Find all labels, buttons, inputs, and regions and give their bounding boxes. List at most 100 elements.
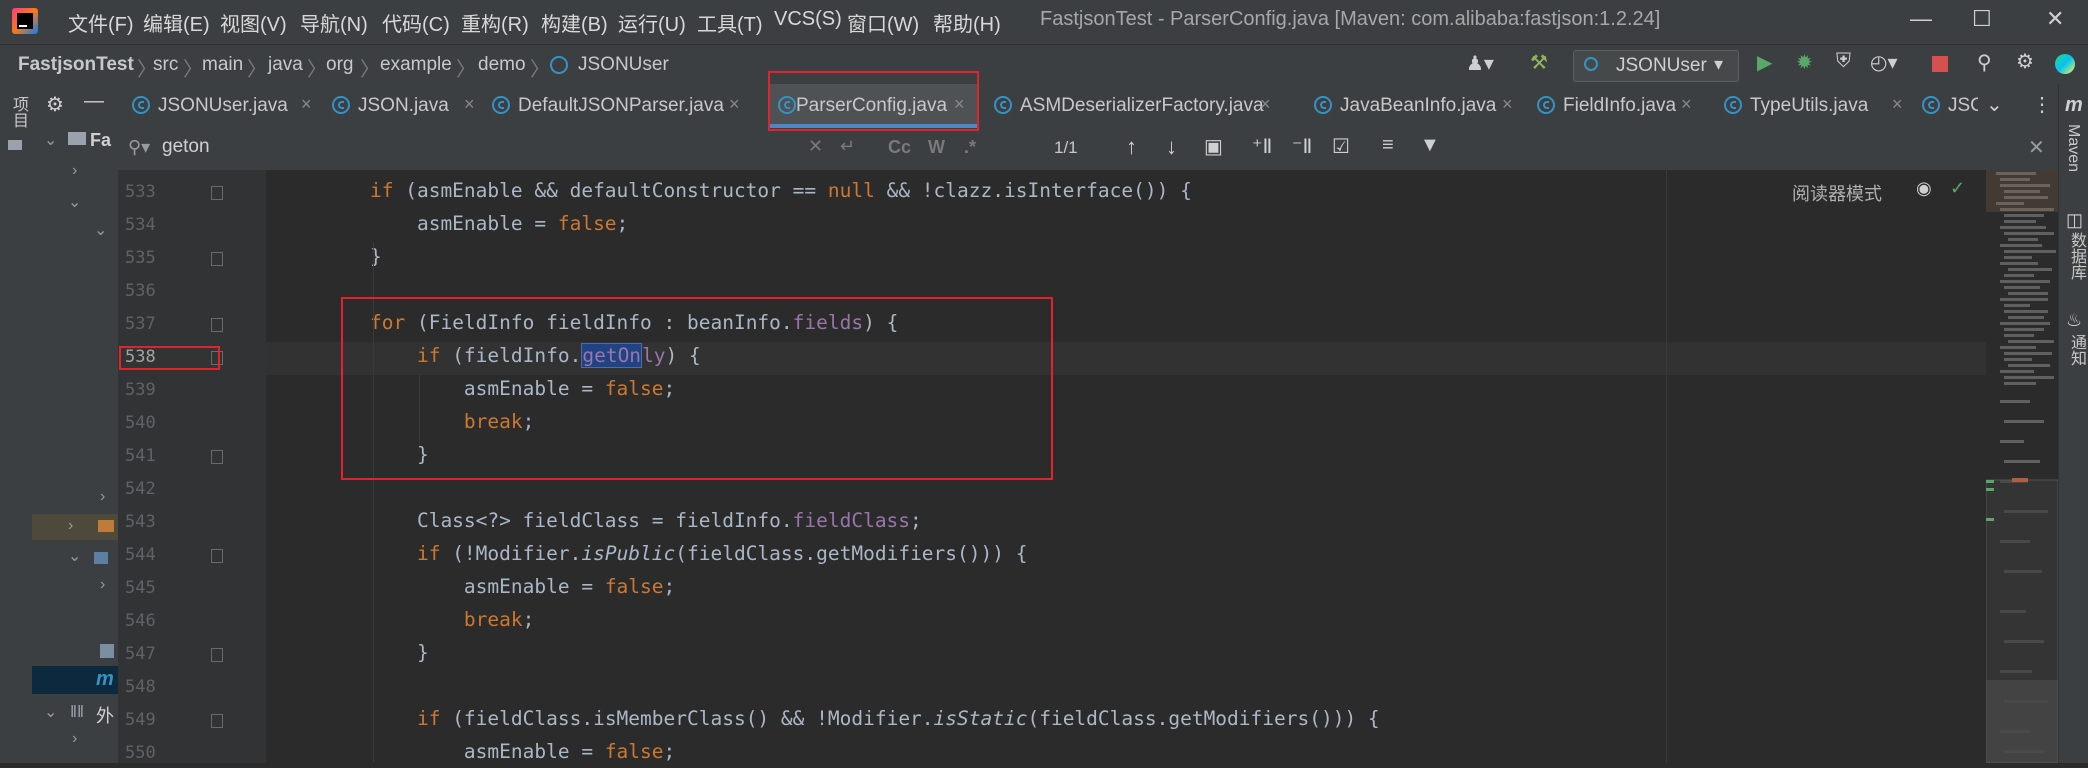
menu-refactor[interactable]: 重构(R) (461, 8, 529, 37)
menu-help[interactable]: 帮助(H) (933, 8, 1001, 37)
search-icon[interactable]: ⚲▾ (128, 137, 150, 158)
chevron-right-icon[interactable]: › (100, 488, 105, 506)
tab-overflow[interactable]: JSC (1918, 84, 1978, 128)
whole-word-toggle[interactable]: W (928, 137, 945, 158)
reader-mode-label[interactable]: 阅读器模式 (1792, 180, 1882, 206)
breadcrumb-example[interactable]: example (380, 54, 452, 76)
breadcrumb-class[interactable]: JSONUser (578, 54, 669, 76)
minimap[interactable] (1978, 170, 2059, 764)
breadcrumb-org[interactable]: org (326, 54, 353, 76)
close-icon[interactable]: × (301, 94, 312, 115)
gear-icon[interactable]: ⚙ (2016, 49, 2034, 74)
chevron-down-icon[interactable]: ⌄ (1986, 92, 2003, 117)
chevron-down-icon[interactable]: ⌄ (68, 192, 81, 212)
fold-marker-icon[interactable] (211, 714, 223, 728)
build-hammer-icon[interactable]: ⚒ (1530, 50, 1548, 75)
line-number: 541 (125, 446, 156, 466)
clear-icon[interactable]: ✕ (808, 136, 823, 157)
stop-icon[interactable] (1932, 56, 1948, 72)
tree-row-selected[interactable]: › (32, 514, 118, 540)
menu-window[interactable]: 窗口(W) (847, 8, 919, 37)
menu-vcs[interactable]: VCS(S) (774, 8, 842, 31)
fold-marker-icon[interactable] (211, 450, 223, 464)
minimize-icon[interactable]: — (1910, 6, 1932, 32)
chevron-right-icon[interactable]: › (72, 730, 77, 748)
class-icon (332, 96, 350, 114)
fold-marker-icon[interactable] (211, 252, 223, 266)
close-icon[interactable]: × (464, 94, 475, 115)
regex-toggle[interactable]: .* (964, 137, 976, 158)
new-line-icon[interactable]: ↵ (840, 136, 855, 157)
breadcrumb-java[interactable]: java (268, 54, 303, 76)
fold-marker-icon[interactable] (211, 648, 223, 662)
match-case-toggle[interactable]: Cc (888, 137, 911, 158)
breadcrumb-demo[interactable]: demo (478, 54, 526, 76)
menu-file[interactable]: 文件(F) (68, 8, 134, 37)
chevron-down-icon[interactable]: ⌄ (94, 220, 107, 240)
tab-typeutils[interactable]: TypeUtils.java × (1718, 84, 1908, 128)
search-icon[interactable]: ⚲ (1977, 50, 1992, 75)
menu-navigate[interactable]: 导航(N) (300, 8, 368, 37)
breadcrumb-main[interactable]: main (202, 54, 243, 76)
menu-build[interactable]: 构建(B) (541, 8, 608, 37)
coverage-icon[interactable]: ⛨ (1836, 50, 1851, 73)
collapse-icon[interactable]: — (84, 90, 104, 113)
tab-json[interactable]: JSON.java × (326, 84, 486, 128)
close-icon[interactable]: × (1260, 94, 1271, 115)
close-icon[interactable]: × (1502, 94, 1513, 115)
breadcrumb-project[interactable]: FastjsonTest (18, 54, 134, 76)
run-icon[interactable]: ▶ (1757, 50, 1772, 75)
select-all-icon[interactable]: ☑ (1332, 134, 1350, 159)
chevron-right-icon[interactable]: › (100, 576, 105, 594)
tree-row-maven[interactable]: m (32, 666, 118, 694)
line-number: 544 (125, 545, 156, 565)
filter-icon[interactable]: ▼ (1420, 134, 1440, 157)
menu-view[interactable]: 视图(V) (220, 8, 287, 37)
arrow-down-icon[interactable]: ↓ (1166, 134, 1177, 160)
fold-marker-icon[interactable] (211, 186, 223, 200)
close-icon[interactable]: × (1681, 94, 1692, 115)
chevron-down-icon[interactable]: ⌄ (44, 702, 57, 722)
add-selection-icon[interactable]: ⁺Ⅱ (1252, 134, 1272, 159)
menu-edit[interactable]: 编辑(E) (143, 8, 210, 37)
chevron-down-icon[interactable]: ⌄ (68, 546, 81, 566)
chevron-right-icon: 〉 (183, 59, 203, 81)
more-icon[interactable]: ⋮ (2032, 92, 2052, 117)
fold-marker-icon[interactable] (211, 549, 223, 563)
maximize-icon[interactable]: ☐ (1972, 6, 1992, 32)
tab-defaultjsonparser[interactable]: DefaultJSONParser.java × (486, 84, 744, 128)
profile-icon[interactable]: ◴▾ (1870, 50, 1898, 75)
fold-marker-icon[interactable] (211, 318, 223, 332)
search-input[interactable]: geton (162, 136, 210, 158)
tab-jsonuser[interactable]: JSONUser.java × (126, 84, 318, 128)
toolbox-icon[interactable] (2055, 54, 2075, 74)
user-icon[interactable]: ♟▾ (1466, 51, 1494, 76)
project-root-label[interactable]: Fa (90, 130, 111, 151)
remove-selection-icon[interactable]: ⁻Ⅱ (1292, 134, 1312, 159)
close-icon[interactable]: × (1892, 94, 1903, 115)
tab-asmdeserializerfactory[interactable]: ASMDeserializerFactory.java × (988, 84, 1288, 128)
eye-off-icon[interactable]: ◉ (1916, 178, 1932, 199)
debug-icon[interactable]: ✹ (1796, 50, 1813, 75)
chevron-right-icon[interactable]: › (72, 162, 77, 180)
maven-tool-label[interactable]: Maven (2064, 124, 2082, 172)
filter-lines-icon[interactable]: ≡ (1382, 134, 1394, 157)
gear-icon[interactable]: ⚙ (46, 92, 64, 117)
arrow-up-icon[interactable]: ↑ (1126, 134, 1137, 160)
close-icon[interactable]: ✕ (2028, 135, 2045, 160)
close-icon[interactable]: × (729, 94, 740, 115)
run-config-select[interactable]: JSONUser ▾ (1573, 50, 1739, 82)
menu-tools[interactable]: 工具(T) (697, 8, 763, 37)
breadcrumb-src[interactable]: src (153, 54, 178, 76)
tab-javabeaninfo[interactable]: JavaBeanInfo.java × (1308, 84, 1523, 128)
project-tool-label[interactable]: 项目 (6, 96, 30, 128)
open-in-window-icon[interactable]: ▣ (1204, 134, 1223, 159)
menu-run[interactable]: 运行(U) (618, 8, 686, 37)
close-window-icon[interactable]: ✕ (2046, 6, 2064, 32)
menu-code[interactable]: 代码(C) (382, 8, 450, 37)
tab-fieldinfo[interactable]: FieldInfo.java × (1531, 84, 1709, 128)
external-libraries-label[interactable]: 外 (96, 702, 114, 728)
chevron-down-icon[interactable]: ⌄ (44, 130, 57, 150)
database-tool-label[interactable]: 数据库 (2064, 232, 2088, 280)
notifications-tool-label[interactable]: 通知 (2064, 334, 2088, 366)
